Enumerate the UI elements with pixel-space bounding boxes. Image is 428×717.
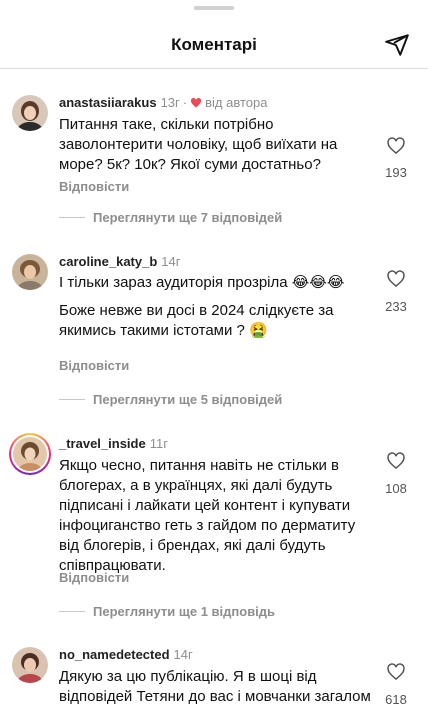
comment-meta: caroline_katy_b 14г [59,254,180,270]
view-replies-label: Переглянути ще 1 відповідь [93,604,276,619]
comment-text: Питання таке, скільки потрібно заволонте… [59,116,338,173]
like-count: 193 [385,165,407,180]
avatar[interactable] [12,647,48,683]
like-count: 618 [385,692,407,707]
comment-meta: no_namedetected 14г [59,647,193,663]
heart-icon[interactable] [386,451,406,471]
comment-meta: _travel_inside 11г [59,436,168,452]
like-control: 618 [378,662,414,707]
timestamp: 14г [173,647,193,662]
heart-icon[interactable] [386,662,406,682]
replies-line [59,611,85,612]
comment-meta: anastasiiarakus 13г · від автора [59,95,267,111]
timestamp: 13г [160,95,180,110]
timestamp: 14г [161,254,181,269]
sheet-grabber[interactable] [194,6,234,10]
view-replies-label: Переглянути ще 7 відповідей [93,210,283,225]
heart-icon[interactable] [386,136,406,156]
like-count: 108 [385,481,407,496]
replies-line [59,217,85,218]
reply-button[interactable]: Відповісти [59,358,129,373]
reply-button[interactable]: Відповісти [59,179,129,194]
like-control: 108 [378,451,414,496]
avatar[interactable] [12,254,48,290]
avatar[interactable] [12,95,48,131]
username[interactable]: anastasiiarakus [59,95,157,111]
avatar-story-ring[interactable] [9,433,51,475]
comment-text: І тільки зараз аудиторія прозріла 😂😂😂 Бо… [59,273,379,341]
replies-line [59,399,85,400]
like-control: 193 [378,136,414,180]
like-control: 233 [378,269,414,314]
username[interactable]: _travel_inside [59,436,146,452]
page-title: Коментарі [171,35,257,54]
heart-icon[interactable] [386,269,406,289]
send-icon[interactable] [384,32,410,58]
view-replies-button[interactable]: Переглянути ще 1 відповідь [59,604,275,619]
view-replies-button[interactable]: Переглянути ще 5 відповідей [59,392,282,407]
comment-text-line: Боже невже ви досі в 2024 слідкуєте за я… [59,302,334,339]
like-count: 233 [385,299,407,314]
username[interactable]: no_namedetected [59,647,170,663]
comment-text-line: І тільки зараз аудиторія прозріла 😂😂😂 [59,274,345,291]
comments-header: Коментарі [0,22,428,68]
comments-sheet: Коментарі anastasiiarakus 13г · від авто… [0,0,428,717]
reply-button[interactable]: Відповісти [59,570,129,585]
heart-filled-icon [191,97,202,108]
comment-text: Якщо чесно, питання навіть не стільки в … [59,457,356,574]
username[interactable]: caroline_katy_b [59,254,157,270]
header-divider [0,68,428,69]
timestamp: 11г [149,436,168,451]
separator-dot: · [182,95,188,110]
view-replies-button[interactable]: Переглянути ще 7 відповідей [59,210,282,225]
view-replies-label: Переглянути ще 5 відповідей [93,392,283,407]
comment-text: Дякую за цю публікацію. Я в шоці від від… [59,668,371,705]
liked-by-author-label: від автора [205,95,268,110]
